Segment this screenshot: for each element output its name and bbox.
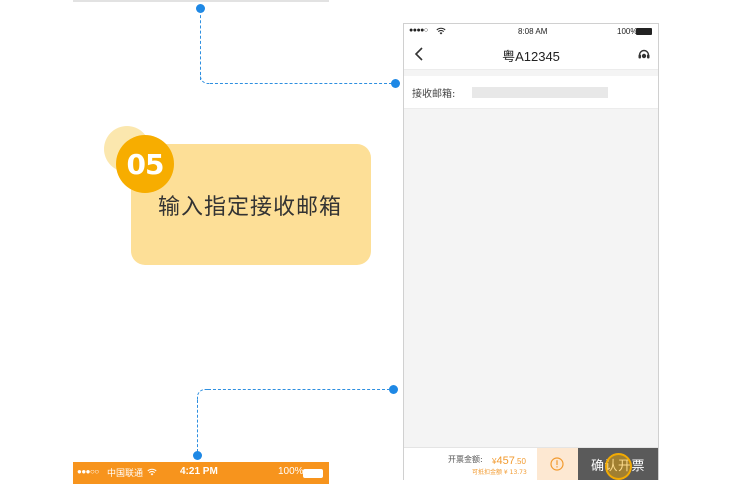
- connector-corner-bottom: [197, 389, 209, 401]
- amount-main: 457: [496, 455, 515, 467]
- info-button[interactable]: [537, 448, 578, 480]
- connector-corner-top: [200, 74, 210, 84]
- connector-dot-phone-bottom: [389, 385, 398, 394]
- nav-bar: 粤A12345: [404, 40, 658, 70]
- tap-indicator: [605, 453, 632, 480]
- wifi-icon: [436, 27, 446, 35]
- email-label: 接收邮箱:: [412, 89, 456, 100]
- step-number-badge: 05: [116, 135, 174, 193]
- prev-wifi-icon: [147, 468, 157, 476]
- prev-status-time: 4:21 PM: [180, 466, 218, 477]
- connector-line-bottom-vertical: [197, 400, 198, 452]
- prev-carrier: 中国联通: [107, 469, 144, 479]
- step-instruction: 输入指定接收邮箱: [158, 195, 343, 220]
- connector-line-top-vertical: [200, 10, 201, 80]
- invoice-amount-label: 开票金额:: [448, 455, 483, 464]
- prev-status-bar: ●●●○○ 中国联通 4:21 PM 100%: [73, 462, 329, 484]
- status-time: 8:08 AM: [518, 27, 548, 36]
- page-title: 粤A12345: [502, 49, 560, 64]
- customer-service-icon[interactable]: [637, 47, 651, 61]
- prev-screen-edge: [73, 0, 329, 2]
- connector-line-top-horizontal: [210, 83, 392, 84]
- battery-percent: 100%: [617, 27, 638, 36]
- prev-battery-icon: [303, 469, 323, 478]
- prev-signal-icon: ●●●○○: [77, 467, 99, 476]
- amount-cents: .50: [514, 457, 526, 466]
- email-input[interactable]: [472, 87, 608, 98]
- connector-line-bottom-horizontal: [208, 389, 390, 390]
- connector-dot-phone-top: [391, 79, 400, 88]
- email-row: 接收邮箱:: [404, 76, 658, 109]
- warning-icon: [550, 457, 564, 471]
- deductible-amount: 可抵扣金额 ¥ 13.73: [472, 469, 527, 476]
- bottom-action-bar: 开票金额: ¥457.50 可抵扣金额 ¥ 13.73 确认开票: [404, 447, 658, 480]
- signal-icon: ●●●●○: [409, 27, 428, 34]
- battery-icon: [636, 28, 652, 35]
- status-bar: ●●●●○ 8:08 AM 100%: [404, 24, 658, 40]
- connector-dot-bottom: [193, 451, 202, 460]
- phone-screen: ●●●●○ 8:08 AM 100% 粤A12345 接收邮箱: 开票金额: ¥…: [403, 23, 659, 480]
- prev-battery-percent: 100%: [278, 466, 304, 477]
